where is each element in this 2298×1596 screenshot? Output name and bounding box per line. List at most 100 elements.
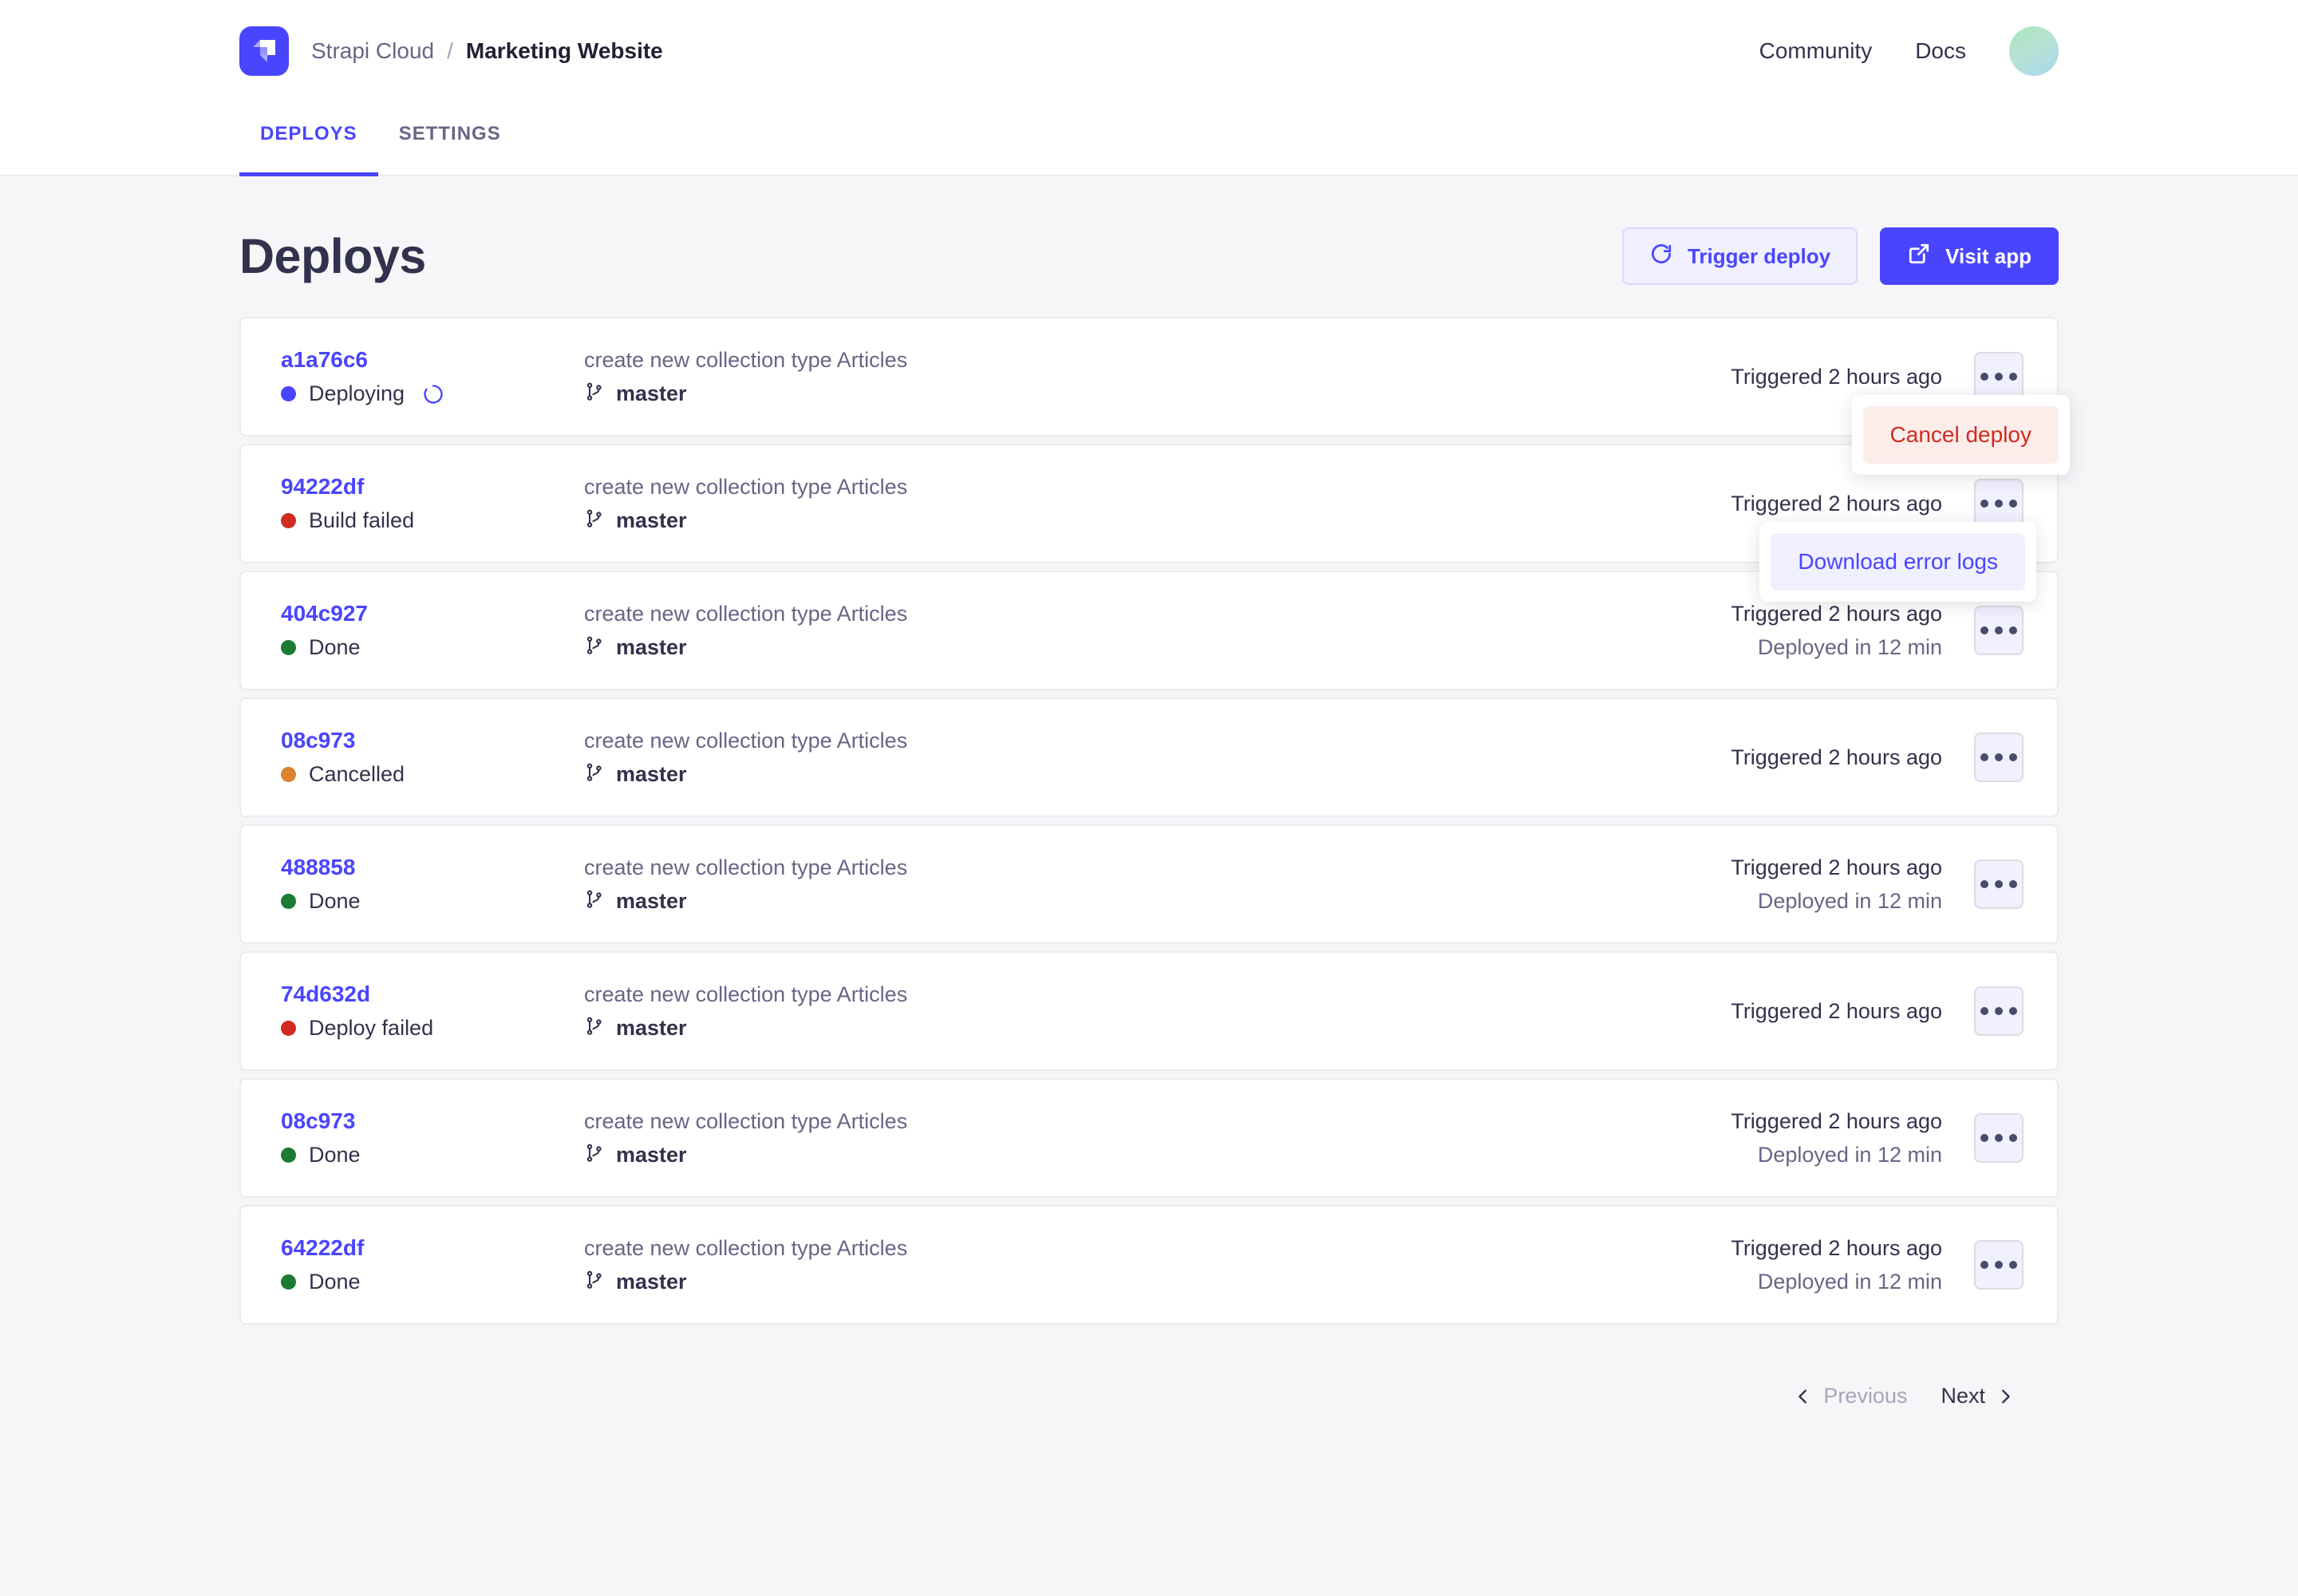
deploy-status: Deploy failed [281, 1016, 584, 1041]
status-label: Done [309, 1143, 361, 1167]
deploy-commit-column: a1a76c6 Deploying [281, 347, 584, 406]
commit-message: create new collection type Articles [584, 348, 1731, 373]
deploy-time-column: Triggered 2 hours ago [1731, 999, 1942, 1024]
deploy-time-column: Triggered 2 hours ago [1731, 365, 1942, 389]
deploy-message-column: create new collection type Articles maste… [584, 475, 1731, 533]
commit-sha-link[interactable]: a1a76c6 [281, 347, 368, 373]
branch-info: master [584, 381, 1731, 406]
commit-sha-link[interactable]: 488858 [281, 855, 355, 880]
deploy-actions-menu: Download error logs [1759, 522, 2036, 602]
branch-name: master [616, 508, 687, 533]
deploy-actions-button[interactable] [1974, 606, 2024, 655]
commit-sha-link[interactable]: 94222df [281, 474, 364, 500]
deploy-actions-menu: Cancel deploy [1852, 395, 2070, 475]
previous-page-button[interactable]: Previous [1782, 1377, 1920, 1415]
deploy-row[interactable]: 488858 Donecreate new collection type Art… [239, 824, 2059, 944]
visit-app-button[interactable]: Visit app [1880, 227, 2059, 285]
deploy-commit-column: 74d632d Deploy failed [281, 982, 584, 1041]
deploy-actions-button[interactable] [1974, 986, 2024, 1036]
cancel-deploy-menu-item[interactable]: Cancel deploy [1863, 406, 2059, 464]
deploy-row[interactable]: 08c973 Cancelledcreate new collection typ… [239, 697, 2059, 817]
deploy-actions-button[interactable] [1974, 733, 2024, 782]
commit-sha-link[interactable]: 74d632d [281, 982, 370, 1007]
triggered-time: Triggered 2 hours ago [1731, 492, 1942, 516]
deploy-row[interactable]: a1a76c6 Deploying create new collection ty… [239, 317, 2059, 437]
deployed-duration: Deployed in 12 min [1731, 635, 1942, 660]
tab-settings[interactable]: SETTINGS [378, 102, 522, 176]
breadcrumb: Strapi Cloud / Marketing Website [311, 38, 663, 64]
deploy-actions-button[interactable] [1974, 859, 2024, 909]
deploy-message-column: create new collection type Articlesmaste… [584, 982, 1731, 1041]
trigger-deploy-label: Trigger deploy [1688, 244, 1830, 269]
git-branch-icon [584, 762, 605, 787]
triggered-time: Triggered 2 hours ago [1731, 1109, 1942, 1134]
deploy-actions-button[interactable] [1974, 352, 2024, 401]
commit-sha-link[interactable]: 64222df [281, 1235, 364, 1261]
status-dot-icon [281, 767, 296, 782]
triggered-time: Triggered 2 hours ago [1731, 745, 1942, 770]
deploy-row[interactable]: 94222dfBuild failedcreate new collection… [239, 444, 2059, 563]
tab-deploys[interactable]: DEPLOYS [239, 102, 378, 176]
deploy-row[interactable]: 74d632d Deploy failedcreate new collectio… [239, 951, 2059, 1071]
status-label: Deploying [309, 381, 405, 406]
deploy-time-column: Triggered 2 hours agoDeployed in 12 min [1731, 855, 1942, 914]
commit-message: create new collection type Articles [584, 855, 1731, 880]
deploy-message-column: create new collection type Articles maste… [584, 348, 1731, 406]
trigger-deploy-button[interactable]: Trigger deploy [1622, 227, 1858, 285]
deployed-duration: Deployed in 12 min [1731, 889, 1942, 914]
external-link-icon [1907, 242, 1931, 271]
pagination: Previous Next [239, 1333, 2059, 1415]
deploy-actions-button[interactable] [1974, 1113, 2024, 1163]
deploy-commit-column: 404c927 Done [281, 601, 584, 660]
branch-name: master [616, 889, 687, 914]
breadcrumb-current: Marketing Website [466, 38, 663, 64]
deploy-status: Deploying [281, 381, 584, 406]
breadcrumb-root[interactable]: Strapi Cloud [311, 38, 434, 64]
community-link[interactable]: Community [1759, 38, 1873, 64]
deploy-message-column: create new collection type Articlesmaste… [584, 1109, 1731, 1167]
status-label: Done [309, 635, 361, 660]
deploy-status: Done [281, 889, 584, 914]
commit-sha-link[interactable]: 08c973 [281, 1108, 355, 1134]
deploy-message-column: create new collection type Articles maste… [584, 729, 1731, 787]
deploy-status: Cancelled [281, 762, 584, 787]
download-error-logs-menu-item[interactable]: Download error logs [1771, 533, 2025, 591]
commit-sha-link[interactable]: 08c973 [281, 728, 355, 753]
branch-info: master [584, 1143, 1731, 1167]
previous-page-label: Previous [1823, 1384, 1907, 1408]
deploy-row[interactable]: 08c973 Done create new collection type Art… [239, 1078, 2059, 1198]
deploy-actions-button[interactable] [1974, 1240, 2024, 1290]
docs-link[interactable]: Docs [1915, 38, 1966, 64]
top-bar-nav: Community Docs [1759, 26, 2059, 76]
deploy-row[interactable]: 64222dfDonecreate new collection type Ar… [239, 1205, 2059, 1325]
git-branch-icon [584, 1016, 605, 1041]
deploy-time-column: Triggered 2 hours ago [1731, 492, 1942, 516]
brand-area: Strapi Cloud / Marketing Website [239, 26, 663, 76]
triggered-time: Triggered 2 hours ago [1731, 1236, 1942, 1261]
status-dot-icon [281, 386, 296, 401]
deploy-commit-column: 64222dfDone [281, 1235, 584, 1294]
git-branch-icon [584, 1270, 605, 1294]
chevron-right-icon [1996, 1388, 2014, 1405]
branch-name: master [616, 762, 687, 787]
commit-message: create new collection type Articles [584, 729, 1731, 753]
page-title: Deploys [239, 228, 426, 284]
git-branch-icon [584, 635, 605, 660]
strapi-logo-icon[interactable] [239, 26, 289, 76]
deploy-commit-column: 08c973 Cancelled [281, 728, 584, 787]
commit-sha-link[interactable]: 404c927 [281, 601, 368, 626]
status-dot-icon [281, 894, 296, 909]
next-page-label: Next [1941, 1384, 1985, 1408]
branch-name: master [616, 1270, 687, 1294]
page-header: Deploys Trigger deploy [239, 176, 2059, 317]
user-avatar[interactable] [2009, 26, 2059, 76]
visit-app-label: Visit app [1945, 244, 2031, 269]
deploy-time-column: Triggered 2 hours agoDeployed in 12 min [1731, 602, 1942, 660]
next-page-button[interactable]: Next [1928, 1377, 2027, 1415]
branch-info: master [584, 889, 1731, 914]
triggered-time: Triggered 2 hours ago [1731, 999, 1942, 1024]
commit-message: create new collection type Articles [584, 475, 1731, 500]
deploy-actions-button[interactable] [1974, 479, 2024, 528]
loading-spinner-icon [422, 383, 444, 405]
deployed-duration: Deployed in 12 min [1731, 1270, 1942, 1294]
